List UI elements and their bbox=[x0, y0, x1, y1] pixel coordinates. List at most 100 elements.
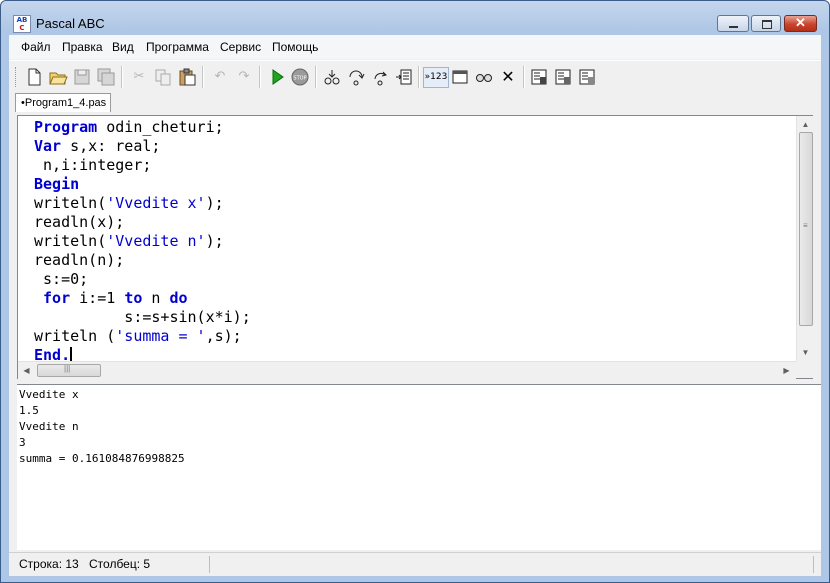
toolbar-separator bbox=[315, 66, 317, 88]
status-divider bbox=[813, 556, 814, 573]
code-line[interactable]: for i:=1 to n do bbox=[34, 289, 251, 308]
string-token: 'Vvedite x' bbox=[106, 194, 206, 212]
title-bar[interactable]: AB C Pascal ABC ✕ bbox=[1, 1, 829, 35]
counter-toggle-label: »123 bbox=[424, 72, 448, 82]
maximize-button[interactable] bbox=[751, 15, 781, 32]
code-text[interactable]: Program odin_cheturi; Var s,x: real; n,i:… bbox=[34, 118, 251, 365]
vertical-scrollbar[interactable]: ▲ ≡ ▼ bbox=[796, 116, 814, 361]
status-bar: Строка: 13 Столбец: 5 bbox=[9, 552, 821, 576]
string-token: 'summa = ' bbox=[115, 327, 206, 345]
save-all-icon[interactable] bbox=[96, 67, 116, 87]
scroll-left-icon[interactable]: ◀ bbox=[18, 362, 35, 379]
code-line[interactable]: readln(n); bbox=[34, 251, 251, 270]
code-line[interactable]: s:=s+sin(x*i); bbox=[34, 308, 251, 327]
code-line[interactable]: writeln('Vvedite x'); bbox=[34, 194, 251, 213]
string-token: 'Vvedite n' bbox=[106, 232, 206, 250]
minimize-button[interactable] bbox=[717, 15, 749, 32]
toolbar: ✂ ↶ ↷ STOP »123 ✕ bbox=[9, 60, 821, 93]
output-panel[interactable]: Vvedite x 1.5 Vvedite n 3 summa = 0.1610… bbox=[17, 384, 821, 550]
output-line: 3 bbox=[19, 436, 26, 449]
undo-icon[interactable]: ↶ bbox=[210, 67, 230, 87]
toolbar-separator bbox=[202, 66, 204, 88]
toolbar-separator bbox=[418, 66, 420, 88]
text-caret bbox=[70, 347, 73, 362]
code-line[interactable]: Begin bbox=[34, 175, 251, 194]
status-divider bbox=[209, 556, 210, 573]
toolbar-separator bbox=[259, 66, 261, 88]
toolbar-separator bbox=[121, 66, 123, 88]
code-line[interactable]: readln(x); bbox=[34, 213, 251, 232]
step-into-icon[interactable] bbox=[322, 67, 342, 87]
scroll-down-icon[interactable]: ▼ bbox=[797, 344, 814, 361]
window-title: Pascal ABC bbox=[36, 16, 105, 31]
horizontal-scrollbar[interactable]: ◀ ||| ▶ bbox=[18, 361, 796, 379]
code-token: writeln ( bbox=[34, 327, 116, 345]
client-area: Файл Правка Вид Программа Сервис Помощь … bbox=[9, 35, 821, 576]
debug-1-icon[interactable] bbox=[529, 67, 549, 87]
code-token: s:=s+sin(x*i); bbox=[34, 308, 251, 326]
save-icon[interactable] bbox=[72, 67, 92, 87]
debug-2-icon[interactable] bbox=[553, 67, 573, 87]
code-token: writeln( bbox=[34, 232, 107, 250]
code-line[interactable]: Program odin_cheturi; bbox=[34, 118, 251, 137]
horizontal-scroll-thumb[interactable]: ||| bbox=[37, 364, 101, 377]
code-token: i:=1 bbox=[70, 289, 125, 307]
console-window-icon[interactable] bbox=[450, 67, 470, 87]
clear-breakpoints-icon[interactable]: ✕ bbox=[498, 67, 518, 87]
toolbar-grip[interactable] bbox=[15, 67, 19, 87]
pascal-abc-app-icon: AB C bbox=[13, 15, 31, 33]
code-token: s,x: real; bbox=[61, 137, 161, 155]
debug-3-icon[interactable] bbox=[577, 67, 597, 87]
redo-icon[interactable]: ↷ bbox=[234, 67, 254, 87]
code-token: writeln( bbox=[34, 194, 107, 212]
pascal-abc-window: AB C Pascal ABC ✕ Файл Правка Вид Програм… bbox=[0, 0, 830, 583]
output-line: summa = 0.161084876998825 bbox=[19, 452, 185, 465]
code-token: ); bbox=[205, 194, 224, 212]
code-token: odin_cheturi; bbox=[97, 118, 224, 136]
tab-program1-4[interactable]: •Program1_4.pas bbox=[15, 93, 111, 112]
close-button[interactable]: ✕ bbox=[784, 15, 817, 32]
paste-icon[interactable] bbox=[177, 67, 197, 87]
code-line[interactable]: writeln('Vvedite n'); bbox=[34, 232, 251, 251]
code-line[interactable]: s:=0; bbox=[34, 270, 251, 289]
output-line: 1.5 bbox=[19, 404, 39, 417]
menu-file[interactable]: Файл bbox=[21, 40, 51, 54]
toolbar-separator bbox=[523, 66, 525, 88]
svg-text:STOP: STOP bbox=[293, 76, 306, 82]
menu-help[interactable]: Помощь bbox=[272, 40, 318, 54]
open-folder-icon[interactable] bbox=[48, 67, 68, 87]
run-to-cursor-icon[interactable] bbox=[394, 67, 414, 87]
code-token: s:=0; bbox=[34, 270, 89, 288]
code-token: readln(x); bbox=[34, 213, 125, 231]
output-line: Vvedite x bbox=[19, 388, 79, 401]
code-token: ,s); bbox=[205, 327, 242, 345]
grip-icon: ||| bbox=[64, 364, 71, 373]
code-line[interactable]: Var s,x: real; bbox=[34, 137, 251, 156]
new-file-icon[interactable] bbox=[24, 67, 44, 87]
scrollbar-corner bbox=[796, 361, 813, 378]
code-token: n,i:integer; bbox=[34, 156, 152, 174]
vertical-scroll-thumb[interactable]: ≡ bbox=[799, 132, 813, 326]
step-out-icon[interactable] bbox=[370, 67, 390, 87]
status-line: Строка: 13 bbox=[19, 557, 79, 571]
copy-icon[interactable] bbox=[153, 67, 173, 87]
step-over-icon[interactable] bbox=[346, 67, 366, 87]
cut-icon[interactable]: ✂ bbox=[129, 67, 149, 87]
counter-toggle-button[interactable]: »123 bbox=[423, 67, 449, 88]
menu-edit[interactable]: Правка bbox=[62, 40, 103, 54]
keyword-token: do bbox=[169, 289, 188, 307]
code-editor[interactable]: Program odin_cheturi; Var s,x: real; n,i:… bbox=[17, 115, 814, 379]
keyword-token: for bbox=[43, 289, 71, 307]
scroll-up-icon[interactable]: ▲ bbox=[797, 116, 814, 133]
watch-glasses-icon[interactable] bbox=[474, 67, 494, 87]
keyword-token: Begin bbox=[34, 175, 80, 193]
scroll-right-icon[interactable]: ▶ bbox=[778, 362, 795, 379]
code-line[interactable]: n,i:integer; bbox=[34, 156, 251, 175]
menu-service[interactable]: Сервис bbox=[220, 40, 261, 54]
code-line[interactable]: writeln ('summa = ',s); bbox=[34, 327, 251, 346]
menu-program[interactable]: Программа bbox=[146, 40, 209, 54]
stop-icon[interactable]: STOP bbox=[290, 67, 310, 87]
run-icon[interactable] bbox=[267, 67, 287, 87]
menu-view[interactable]: Вид bbox=[112, 40, 134, 54]
